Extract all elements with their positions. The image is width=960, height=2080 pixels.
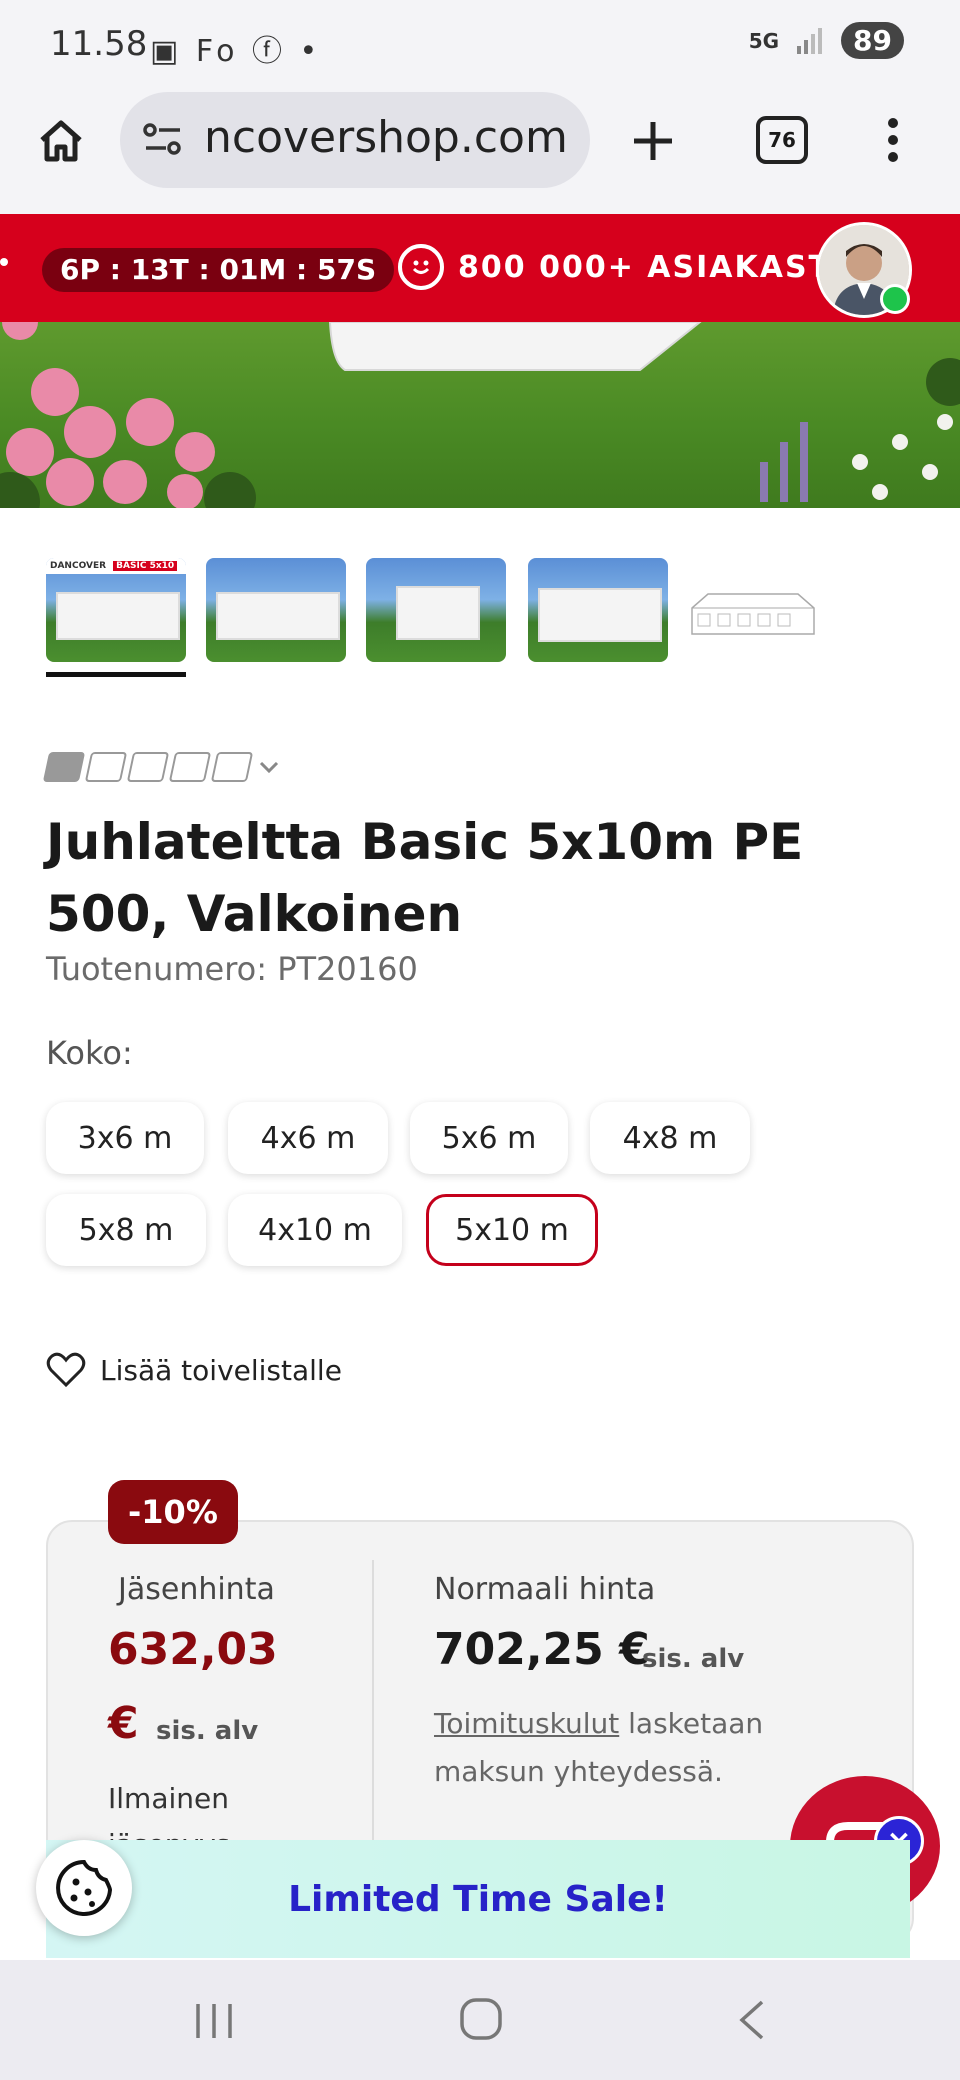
back-icon[interactable] xyxy=(734,1998,770,2042)
product-title: Juhlateltta Basic 5x10m PE 500, Valkoine… xyxy=(46,813,804,943)
size-option-5x10-selected[interactable]: 5x10 m xyxy=(426,1194,598,1266)
shipping-costs-link[interactable]: Toimituskulut xyxy=(434,1707,619,1740)
size-label: Koko: xyxy=(46,1034,133,1072)
heart-icon xyxy=(46,1352,86,1388)
signal-icon xyxy=(797,27,823,54)
tent-image xyxy=(396,586,480,640)
member-price-label: Jäsenhinta xyxy=(118,1572,275,1607)
wishlist-label: Lisää toivelistalle xyxy=(100,1353,342,1387)
discount-badge: -10% xyxy=(108,1480,238,1544)
chevron-down-icon[interactable] xyxy=(256,754,282,780)
url-text[interactable]: ncovershop.com xyxy=(204,112,568,163)
carousel-dot xyxy=(0,258,8,266)
product-sku: Tuotenumero: PT20160 xyxy=(46,950,418,988)
smile-icon xyxy=(398,244,444,290)
customers-banner: 800 000+ ASIAKAST xyxy=(398,244,831,290)
site-settings-icon[interactable] xyxy=(142,120,184,164)
tent-image xyxy=(56,592,180,640)
rating-box-empty xyxy=(210,752,254,782)
home-nav-icon[interactable] xyxy=(458,1996,504,2042)
normal-price: 702,25 € xyxy=(434,1624,650,1675)
rating-box-empty xyxy=(84,752,128,782)
size-option-5x6[interactable]: 5x6 m xyxy=(410,1102,568,1174)
rating-stars[interactable] xyxy=(42,752,282,782)
add-to-wishlist[interactable]: Lisää toivelistalle xyxy=(46,1352,342,1388)
countdown-timer: 6P : 13T : 01M : 57S xyxy=(42,248,395,292)
more-menu-icon[interactable] xyxy=(886,116,900,168)
online-status-dot xyxy=(880,284,910,314)
rating-box-empty xyxy=(168,752,212,782)
system-nav-bar xyxy=(0,1960,960,2080)
normal-vat-note: sis. alv xyxy=(642,1644,745,1674)
size-option-4x10[interactable]: 4x10 m xyxy=(228,1194,402,1266)
rating-box-empty xyxy=(126,752,170,782)
cookie-settings-button[interactable] xyxy=(36,1840,132,1936)
normal-price-label: Normaali hinta xyxy=(434,1572,656,1607)
home-icon[interactable] xyxy=(36,116,86,170)
browser-toolbar: ncovershop.com 76 xyxy=(0,92,960,214)
size-option-4x8[interactable]: 4x8 m xyxy=(590,1102,750,1174)
size-option-5x8[interactable]: 5x8 m xyxy=(46,1194,206,1266)
battery-indicator: 89 xyxy=(841,22,904,59)
size-option-3x6[interactable]: 3x6 m xyxy=(46,1102,204,1174)
technical-drawing-icon xyxy=(691,593,815,635)
customers-text: 800 000+ ASIAKAST xyxy=(458,249,832,285)
size-option-4x6[interactable]: 4x6 m xyxy=(228,1102,388,1174)
product-thumbnail-2[interactable] xyxy=(206,558,346,662)
tent-image xyxy=(538,588,662,642)
status-right: 5G 89 xyxy=(749,22,904,59)
tent-image xyxy=(216,592,340,640)
product-thumbnail-3[interactable] xyxy=(366,558,506,662)
member-vat-note: sis. alv xyxy=(156,1716,259,1746)
product-thumbnail-drawing[interactable] xyxy=(688,558,828,662)
product-thumbnail-4[interactable] xyxy=(528,558,668,662)
network-icon: 5G xyxy=(748,28,780,53)
tabs-button[interactable]: 76 xyxy=(756,116,808,164)
active-thumbnail-indicator xyxy=(46,672,186,677)
member-price-currency: € xyxy=(108,1698,139,1749)
recent-apps-icon[interactable] xyxy=(192,2000,238,2042)
cookie-icon xyxy=(56,1859,113,1916)
address-bar[interactable]: ncovershop.com xyxy=(120,92,590,188)
sale-banner[interactable]: Limited Time Sale! xyxy=(46,1840,910,1958)
promo-bar: 6P : 13T : 01M : 57S 800 000+ ASIAKAST xyxy=(0,214,960,322)
product-thumbnail-1[interactable]: DANCOVER BASIC 5x10 xyxy=(46,558,186,662)
rating-box-filled xyxy=(42,752,86,782)
status-time: 11.58 xyxy=(50,24,148,64)
member-price: 632,03 xyxy=(108,1624,278,1675)
price-divider xyxy=(372,1560,374,1860)
hero-image xyxy=(0,322,960,508)
status-bar: 11.58 ▣ Fo ⓕ • 5G 89 xyxy=(0,0,960,92)
notification-icons: ▣ Fo ⓕ • xyxy=(150,34,322,69)
thumbnail-brand: DANCOVER BASIC 5x10 xyxy=(46,558,186,574)
new-tab-icon[interactable] xyxy=(630,118,676,168)
